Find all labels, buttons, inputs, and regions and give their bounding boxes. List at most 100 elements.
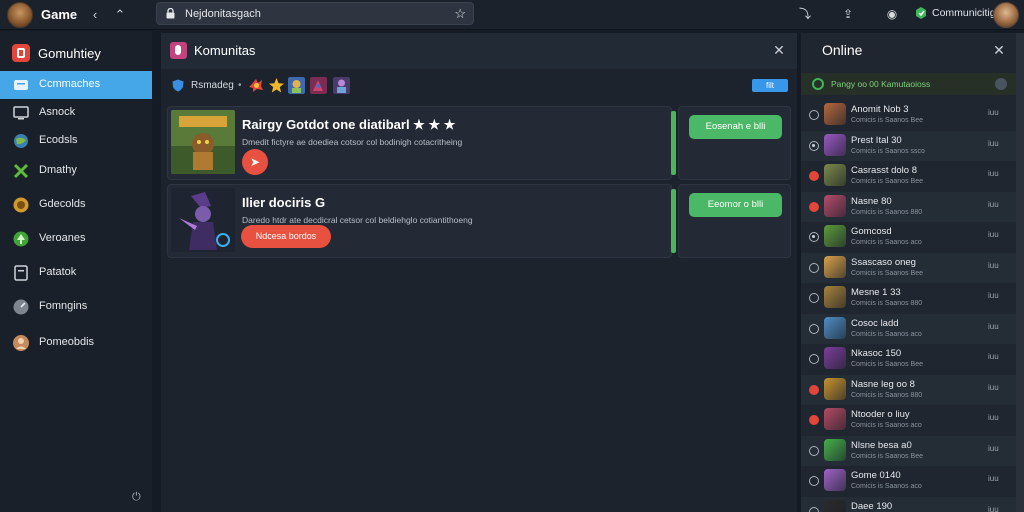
friend-row[interactable]: Anomit Nob 3 Comicis is Saanos Bee iuu [801,100,1016,130]
event-title: Rairgy Gotdot one diatibarl ★ ★ ★ [242,117,456,132]
friend-avatar[interactable] [824,103,846,125]
friend-meta: iuu [988,260,999,270]
close-icon[interactable]: ✕ [991,42,1007,58]
friend-row[interactable]: Daee 190Comicis is Saanos 880iuu [801,496,1016,512]
friend-row[interactable]: Cosoc ladd Comicis is Saanos aco iuu [801,313,1016,344]
star-badge-icon[interactable] [268,77,285,94]
friend-name: Nasne 80 [851,195,892,207]
friend-name: Prest Ital 30 [851,134,902,146]
friend-meta: iuu [988,291,999,300]
warrior-badge-icon[interactable] [333,77,350,94]
friend-activity: Comicis is Saanos Bee [851,117,923,124]
friend-activity: Comicis is Saanos aco [851,330,922,338]
sidebar-item-1[interactable]: Asnock [0,99,152,127]
sidebar-item-5[interactable]: Veroanes [0,225,152,253]
friend-avatar[interactable] [824,133,846,156]
friend-row[interactable]: Nasne leg oo 8 Comicis is Saanos 880 iuu [801,374,1016,405]
friend-row[interactable]: Ssascaso oneg Comicis is Saanos Bee iuu [801,252,1016,283]
event-red-button[interactable]: Ndcesa bordos [241,225,331,248]
star-icon[interactable]: ☆ [454,6,466,22]
friend-avatar[interactable] [824,194,846,217]
power-icon[interactable]: ⏻ [132,491,144,503]
community-panel: Komunitas ✕ Rsmadeg • filt Rairgy Gotdot… [161,33,797,512]
filter-button[interactable]: filt [752,79,788,92]
friend-activity: Comicis is Saanos 880 [851,391,923,399]
sidebar: Gomuhtiey Ccmmaches Asnock Ecodsls Dmath… [0,31,152,512]
friend-avatar[interactable] [824,438,846,461]
friend-avatar[interactable] [824,347,846,369]
sidebar-item-label: Gdecolds [39,198,86,210]
event-description: Dmedit fictyre ae doediea cotsor col bod… [242,137,463,147]
sidebar-item-4[interactable]: Gdecolds [0,191,152,219]
friend-activity: Comicis is Saanos 880 [851,208,923,216]
friend-avatar[interactable] [824,225,846,247]
friend-row[interactable]: Casrasst dolo 8 Comicis is Saanos Bee iuu [801,161,1016,191]
event-card[interactable]: Rairgy Gotdot one diatibarl ★ ★ ★ Dmedit… [167,106,676,180]
friend-meta: iuu [988,169,999,178]
friend-avatar[interactable] [824,408,846,430]
friend-avatar[interactable] [824,286,846,308]
mage-badge-icon[interactable] [310,77,327,94]
friend-row[interactable]: Nkasoc 150 Comicis is Saanos Bee iuu [801,344,1016,374]
close-icon[interactable]: ✕ [771,42,787,58]
friend-name: Nkasoc 150 [851,348,902,359]
cross-icon [13,163,29,179]
friend-avatar[interactable] [824,469,846,491]
back-icon[interactable]: ‹ [86,6,104,24]
separator-dot: • [238,80,242,91]
user-avatar[interactable] [7,2,33,28]
top-bar: Game ‹ ⌃ Nejdonitasgach ☆ ⤵ ⇪ ◉ Communic… [0,0,1024,30]
join-button[interactable]: Eeomor o blli [689,193,782,217]
friend-activity: Comicis is Saanos Bee [851,178,923,185]
friend-avatar[interactable] [824,499,846,512]
status-indicator-icon [809,201,819,212]
sidebar-item-label: Patatok [39,266,77,278]
forward-icon[interactable]: ⌃ [111,6,129,24]
status-indicator-icon [809,323,819,334]
settings-icon[interactable] [995,78,1007,90]
character-badge-icon[interactable] [288,77,305,94]
event-card[interactable]: Ilier dociris G Daredo htdr ate decdicra… [167,184,676,258]
friend-meta: iuu [988,230,999,239]
friend-name: Casrasst dolo 8 [851,165,918,176]
sidebar-item-8[interactable]: Pomeobdis [0,329,152,357]
shield-icon[interactable]: ◉ [884,6,900,22]
friend-row[interactable]: Mesne 1 33 Comicis is Saanos 880 iuu [801,283,1016,313]
sidebar-item-7[interactable]: Fomngins [0,293,152,321]
sidebar-header: Gomuhtiey [12,43,152,65]
share-icon[interactable]: ⇪ [840,6,856,22]
friend-avatar[interactable] [824,164,846,186]
friend-row[interactable]: Ntooder o liuy Comicis is Saanos aco iuu [801,405,1016,435]
hot-icon[interactable]: ➤ [242,149,268,175]
community-logo-icon [12,44,30,62]
link-icon[interactable]: ⤵ [797,6,813,22]
friend-row[interactable]: Nlsne besa a0 Comicis is Saanos Bee iuu [801,435,1016,466]
sidebar-item-2[interactable]: Ecodsls [0,127,152,155]
friend-row[interactable]: Prest Ital 30 Comicis is Saanos ssco iuu [801,130,1016,161]
monitor-icon [13,106,29,120]
address-bar[interactable]: Nejdonitasgach ☆ [156,2,474,25]
fire-badge-icon[interactable] [248,77,265,94]
panel-header: Komunitas ✕ [161,33,797,69]
lock-icon [166,8,175,19]
join-button[interactable]: Eosenah e blli [689,115,782,139]
globe-icon [14,134,28,148]
friend-row[interactable]: Gome 0140 Comicis is Saanos aco iuu [801,466,1016,496]
tablet-icon [14,265,28,281]
scrollbar[interactable] [1016,33,1024,512]
sidebar-item-0[interactable]: Ccmmaches [0,71,152,99]
sidebar-item-3[interactable]: Dmathy [0,157,152,185]
sidebar-item-6[interactable]: Patatok [0,259,152,287]
friend-avatar[interactable] [824,316,846,339]
friend-row[interactable]: Gomcosd Comicis is Saanos aco iuu [801,222,1016,252]
profile-avatar[interactable] [993,2,1019,28]
friend-name: Nlsne besa a0 [851,439,912,451]
status-indicator-icon [809,445,819,456]
event-thumbnail [171,188,235,252]
friend-row[interactable]: Nasne 80 Comicis is Saanos 880 iuu [801,191,1016,222]
friend-name: Gome 0140 [851,470,901,481]
status-indicator-icon [809,384,819,395]
friend-avatar[interactable] [824,377,846,400]
friend-activity: Comicis is Saanos Bee [851,452,923,460]
friend-avatar[interactable] [824,255,846,278]
